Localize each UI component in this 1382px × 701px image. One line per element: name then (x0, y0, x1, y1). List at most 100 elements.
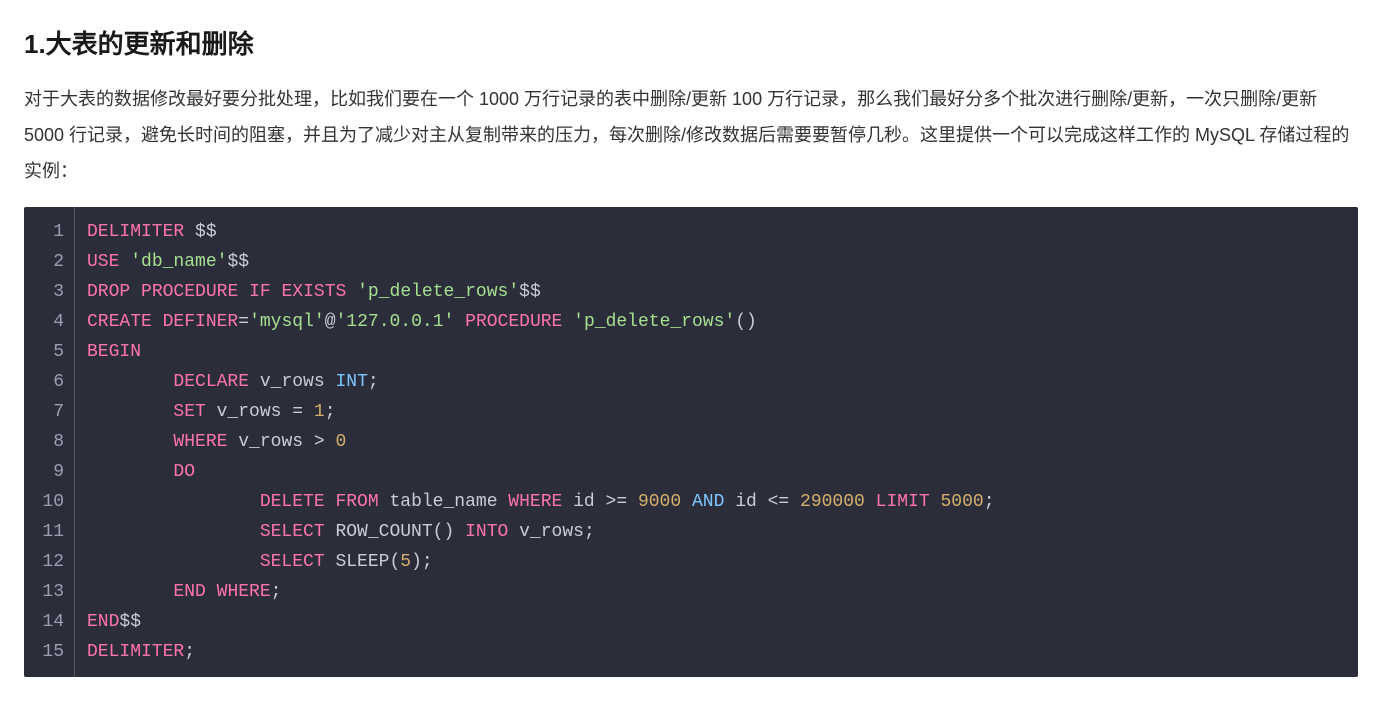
code-token: ; (422, 552, 433, 572)
code-line: BEGIN (87, 337, 1342, 367)
line-number: 4 (40, 307, 64, 337)
code-line: DROP PROCEDURE IF EXISTS 'p_delete_rows'… (87, 277, 1342, 307)
code-line: CREATE DEFINER='mysql'@'127.0.0.1' PROCE… (87, 307, 1342, 337)
code-token (87, 552, 260, 572)
code-token: 1 (314, 402, 325, 422)
code-token: 0 (335, 432, 346, 452)
line-number: 15 (40, 637, 64, 667)
code-token: DELIMITER (87, 642, 184, 662)
line-number: 3 (40, 277, 64, 307)
code-token: END (173, 582, 205, 602)
code-token (865, 492, 876, 512)
intro-paragraph: 对于大表的数据修改最好要分批处理，比如我们要在一个 1000 万行记录的表中删除… (24, 81, 1358, 189)
code-line: END WHERE; (87, 577, 1342, 607)
code-token: > (314, 432, 325, 452)
line-number: 11 (40, 517, 64, 547)
line-number: 1 (40, 217, 64, 247)
code-line: END$$ (87, 607, 1342, 637)
code-token: 'db_name' (130, 252, 227, 272)
line-number: 7 (40, 397, 64, 427)
code-token: SET (173, 402, 205, 422)
code-token: ; (584, 522, 595, 542)
code-token (206, 582, 217, 602)
code-token (454, 522, 465, 542)
code-line: SELECT SLEEP(5); (87, 547, 1342, 577)
code-token (789, 492, 800, 512)
code-token (87, 522, 260, 542)
code-token (562, 312, 573, 332)
section-heading: 1.大表的更新和删除 (24, 24, 1358, 61)
line-number: 8 (40, 427, 64, 457)
code-token: WHERE (217, 582, 271, 602)
code-token (681, 492, 692, 512)
code-token: >= (606, 492, 628, 512)
code-token (238, 282, 249, 302)
code-token: id (724, 492, 767, 512)
code-token: AND (692, 492, 724, 512)
code-token: ; (368, 372, 379, 392)
code-token (152, 312, 163, 332)
line-number: 12 (40, 547, 64, 577)
code-token: FROM (335, 492, 378, 512)
code-token: PROCEDURE (465, 312, 562, 332)
code-token (87, 462, 173, 482)
code-token (325, 432, 336, 452)
code-token: = (238, 312, 249, 332)
code-token: 9000 (638, 492, 681, 512)
code-token: ; (271, 582, 282, 602)
code-token: USE (87, 252, 119, 272)
code-token (325, 492, 336, 512)
code-token: END (87, 612, 119, 632)
code-token: <= (768, 492, 790, 512)
code-token (346, 282, 357, 302)
code-token: v_rows (508, 522, 584, 542)
code-token (87, 432, 173, 452)
code-token: DEFINER (163, 312, 239, 332)
code-token: DELETE (260, 492, 325, 512)
code-token: IF (249, 282, 271, 302)
code-token (119, 252, 130, 272)
line-number: 2 (40, 247, 64, 277)
code-gutter: 123456789101112131415 (24, 207, 75, 677)
code-token: $$ (119, 612, 141, 632)
code-token (271, 282, 282, 302)
code-token: = (292, 402, 303, 422)
code-token: INT (335, 372, 367, 392)
code-token: 290000 (800, 492, 865, 512)
code-token: CREATE (87, 312, 152, 332)
code-line: SELECT ROW_COUNT() INTO v_rows; (87, 517, 1342, 547)
code-line: DO (87, 457, 1342, 487)
line-number: 5 (40, 337, 64, 367)
code-token (454, 312, 465, 332)
code-token: LIMIT (876, 492, 930, 512)
code-line: DELIMITER; (87, 637, 1342, 667)
code-token: () (735, 312, 757, 332)
code-token: ; (184, 642, 195, 662)
code-token: INTO (465, 522, 508, 542)
line-number: 14 (40, 607, 64, 637)
code-token: SELECT (260, 522, 325, 542)
code-line: DELETE FROM table_name WHERE id >= 9000 … (87, 487, 1342, 517)
code-token: 'p_delete_rows' (357, 282, 519, 302)
code-token: $$ (519, 282, 541, 302)
code-token: SLEEP (325, 552, 390, 572)
code-block: 123456789101112131415 DELIMITER $$USE 'd… (24, 207, 1358, 677)
line-number: 6 (40, 367, 64, 397)
code-token: ) (411, 552, 422, 572)
code-token: id (562, 492, 605, 512)
code-line: USE 'db_name'$$ (87, 247, 1342, 277)
code-token: $$ (227, 252, 249, 272)
code-token: ( (389, 552, 400, 572)
code-token: 5000 (940, 492, 983, 512)
code-token: EXISTS (281, 282, 346, 302)
code-token (87, 492, 260, 512)
code-token: PROCEDURE (141, 282, 238, 302)
code-line: DECLARE v_rows INT; (87, 367, 1342, 397)
code-token: WHERE (508, 492, 562, 512)
code-line: WHERE v_rows > 0 (87, 427, 1342, 457)
code-token: v_rows (227, 432, 313, 452)
code-token (303, 402, 314, 422)
code-token (87, 402, 173, 422)
code-token (930, 492, 941, 512)
code-token: @ (325, 312, 336, 332)
